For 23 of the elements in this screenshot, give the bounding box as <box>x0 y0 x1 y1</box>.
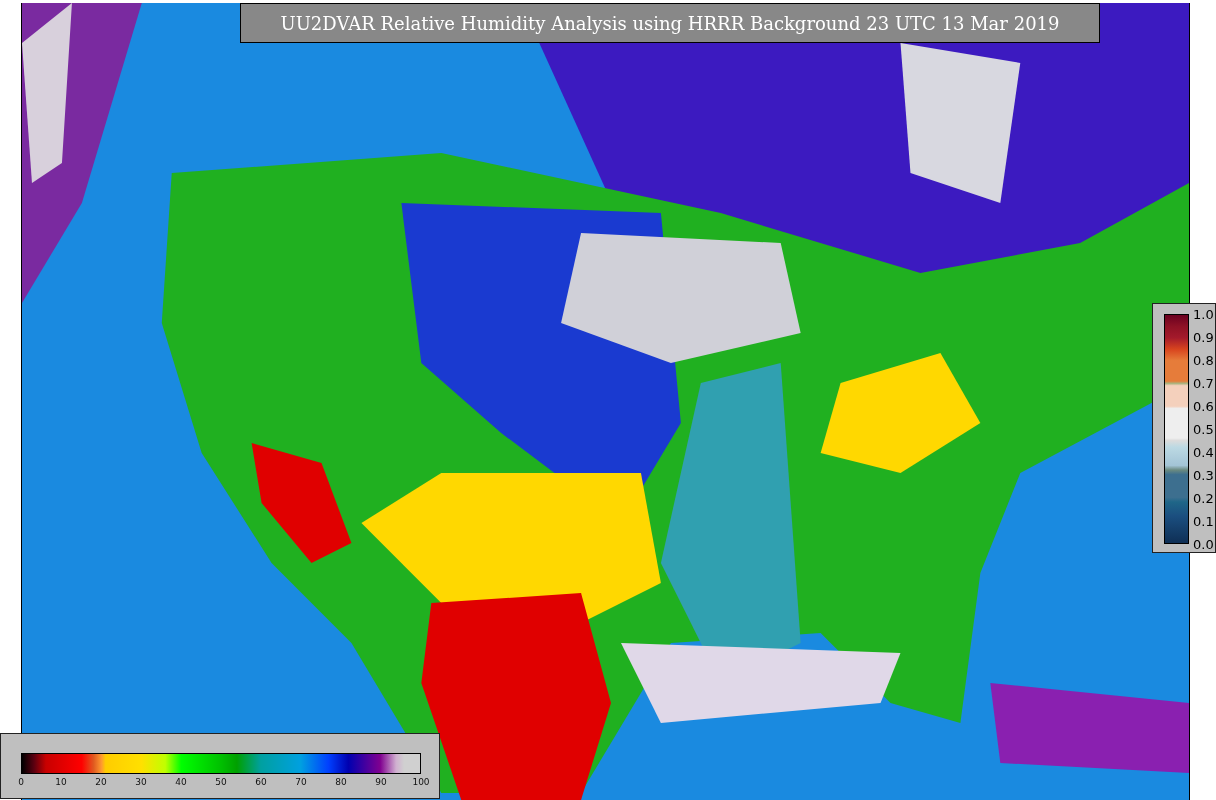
tick-label: 0.6 <box>1193 399 1214 413</box>
tick-label: 100 <box>412 778 430 787</box>
tick-label: 0.8 <box>1193 353 1214 367</box>
tick-label: 20 <box>95 778 107 787</box>
tick-label: 80 <box>335 778 347 787</box>
tick-label: 0.7 <box>1193 376 1214 390</box>
tick-label: 50 <box>215 778 227 787</box>
tick-label: 60 <box>255 778 267 787</box>
tick-label: 10 <box>55 778 67 787</box>
tick-label: 0.4 <box>1193 445 1214 459</box>
tick-label: 30 <box>135 778 147 787</box>
tick-label: 0.9 <box>1193 330 1214 344</box>
tick-label: 0.2 <box>1193 491 1214 505</box>
tick-label: 0.3 <box>1193 468 1214 482</box>
tick-label: 0.5 <box>1193 422 1214 436</box>
tick-label: 0.1 <box>1193 514 1214 528</box>
tick-label: 70 <box>295 778 307 787</box>
map-title: UU2DVAR Relative Humidity Analysis using HRRR Background 23 UTC 13 Mar 2019 <box>240 3 1100 43</box>
tick-label: 1.0 <box>1193 307 1214 321</box>
tick-label: 0 <box>18 778 24 787</box>
tick-label: 40 <box>175 778 187 787</box>
tick-label: 90 <box>375 778 387 787</box>
tick-label: 0.0 <box>1193 537 1214 551</box>
